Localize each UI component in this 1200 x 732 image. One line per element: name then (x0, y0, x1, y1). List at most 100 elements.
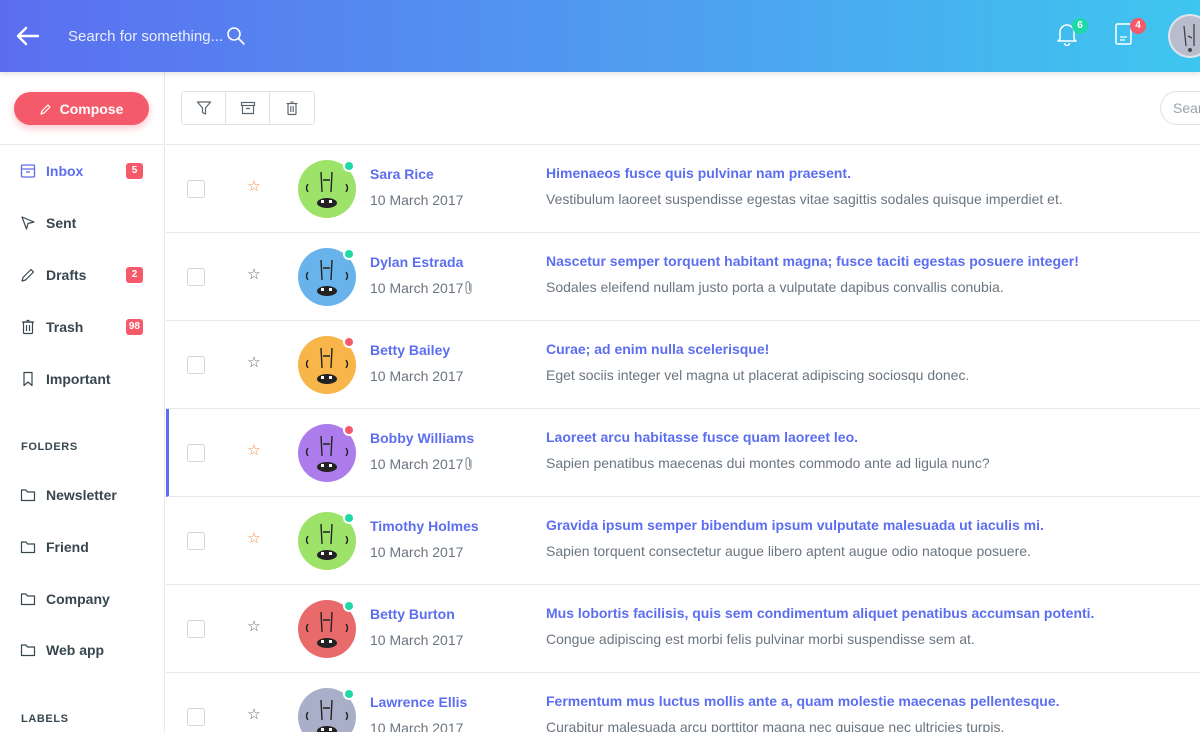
mail-row[interactable]: ☆ Dylan Estrada 10 March 2017 Nascetur semp… (166, 233, 1200, 321)
mail-date: 10 March 2017 (370, 368, 464, 384)
status-dot (343, 424, 355, 436)
inbox-count-badge: 5 (126, 163, 143, 179)
mail-row[interactable]: ☆ Bobby Williams 10 March 2017 Laoreet arcu… (166, 409, 1200, 497)
mail-date: 10 March 2017 (370, 632, 464, 648)
mail-checkbox[interactable] (187, 356, 205, 374)
folder-icon (20, 591, 36, 607)
sidebar-item-label: Sent (46, 215, 77, 231)
pencil-icon (39, 103, 51, 115)
sidebar-item-company[interactable]: Company (20, 588, 150, 610)
status-dot (343, 336, 355, 348)
mail-row[interactable]: ☆ Sara Rice 10 March 2017 Himenaeos fusce q… (166, 145, 1200, 233)
mail-date: 10 March 2017 (370, 192, 464, 208)
sidebar-item-label: Friend (46, 539, 89, 555)
sender-avatar (298, 424, 356, 482)
trash-icon (286, 101, 298, 116)
mail-subject: Mus lobortis facilisis, quis sem condime… (546, 605, 1095, 621)
status-dot (343, 512, 355, 524)
sidebar: Compose Inbox 5 Sent Drafts 2 Trash 98 I… (0, 72, 165, 732)
sidebar-item-label: Company (46, 591, 110, 607)
compose-button[interactable]: Compose (14, 92, 149, 125)
sidebar-item-inbox[interactable]: Inbox 5 (20, 160, 150, 182)
mail-preview: Curabitur malesuada arcu porttitor magna… (546, 719, 1005, 732)
sender-avatar (298, 160, 356, 218)
global-search (68, 24, 258, 48)
sidebar-item-trash[interactable]: Trash 98 (20, 316, 150, 338)
mail-row[interactable]: ☆ Lawrence Ellis 10 March 2017 Fermentum mu… (166, 673, 1200, 732)
mail-checkbox[interactable] (187, 444, 205, 462)
mail-search (1160, 91, 1200, 125)
sender-avatar (298, 336, 356, 394)
mail-list: ☆ Sara Rice 10 March 2017 Himenaeos fusce q… (166, 145, 1200, 732)
mail-subject: Himenaeos fusce quis pulvinar nam praese… (546, 165, 851, 181)
compose-label: Compose (59, 100, 124, 117)
sender-avatar (298, 600, 356, 658)
mail-row[interactable]: ☆ Timothy Holmes 10 March 2017 Gravida ipsu… (166, 497, 1200, 585)
mail-subject: Curae; ad enim nulla scelerisque! (546, 341, 770, 357)
star-icon[interactable]: ☆ (245, 440, 263, 462)
sender-name: Lawrence Ellis (370, 694, 468, 710)
mail-date: 10 March 2017 (370, 720, 464, 732)
sender-name: Bobby Williams (370, 430, 475, 446)
sidebar-divider (0, 144, 165, 145)
mail-checkbox[interactable] (187, 268, 205, 286)
sidebar-item-web-app[interactable]: Web app (20, 639, 150, 661)
sidebar-item-drafts[interactable]: Drafts 2 (20, 264, 150, 286)
mail-toolbar (166, 72, 1200, 145)
global-search-input[interactable] (68, 24, 228, 48)
sidebar-item-label: Important (46, 371, 111, 387)
bookmark-icon (20, 371, 36, 387)
messages-button[interactable]: 4 (1114, 18, 1146, 48)
star-icon[interactable]: ☆ (245, 616, 263, 638)
star-icon[interactable]: ☆ (245, 528, 263, 550)
filter-button[interactable] (182, 92, 226, 124)
top-bar: 6 4 (0, 0, 1200, 72)
mail-checkbox[interactable] (187, 620, 205, 638)
search-icon[interactable] (226, 26, 246, 46)
back-arrow-icon[interactable] (14, 22, 42, 50)
sidebar-item-friend[interactable]: Friend (20, 536, 150, 558)
mail-checkbox[interactable] (187, 532, 205, 550)
mail-search-input[interactable] (1161, 92, 1200, 124)
sender-name: Betty Bailey (370, 342, 451, 358)
star-icon[interactable]: ☆ (245, 176, 263, 198)
sidebar-item-newsletter[interactable]: Newsletter (20, 484, 150, 506)
star-icon[interactable]: ☆ (245, 704, 263, 726)
delete-button[interactable] (270, 92, 314, 124)
labels-section-title: LABELS (21, 713, 69, 725)
toolbar-button-group (181, 91, 315, 125)
mail-subject: Gravida ipsum semper bibendum ipsum vulp… (546, 517, 1044, 533)
sender-avatar (298, 248, 356, 306)
mail-date: 10 March 2017 (370, 544, 464, 560)
attachment-icon (463, 456, 475, 472)
sender-name: Betty Burton (370, 606, 455, 622)
mail-preview: Sodales eleifend nullam justo porta a vu… (546, 279, 1004, 295)
filter-icon (196, 101, 211, 115)
notifications-button[interactable]: 6 (1056, 18, 1088, 48)
star-icon[interactable]: ☆ (245, 264, 263, 286)
sidebar-item-sent[interactable]: Sent (20, 212, 150, 234)
sidebar-item-important[interactable]: Important (20, 368, 150, 390)
status-dot (343, 600, 355, 612)
sidebar-item-label: Drafts (46, 267, 87, 283)
archive-button[interactable] (226, 92, 270, 124)
mail-checkbox[interactable] (187, 708, 205, 726)
trash-icon (20, 319, 36, 335)
mail-checkbox[interactable] (187, 180, 205, 198)
mail-row[interactable]: ☆ Betty Bailey 10 March 2017 Curae; ad enim… (166, 321, 1200, 409)
attachment-icon (463, 280, 475, 296)
star-icon[interactable]: ☆ (245, 352, 263, 374)
mail-subject: Laoreet arcu habitasse fusce quam laoree… (546, 429, 859, 445)
folder-icon (20, 642, 36, 658)
mail-date: 10 March 2017 (370, 280, 464, 296)
sidebar-item-label: Web app (46, 642, 105, 658)
mail-subject: Fermentum mus luctus mollis ante a, quam… (546, 693, 1060, 709)
status-dot (343, 248, 355, 260)
mail-preview: Eget sociis integer vel magna ut placera… (546, 367, 970, 383)
trash-count-badge: 98 (125, 319, 143, 335)
user-avatar[interactable] (1168, 14, 1200, 58)
mail-row[interactable]: ☆ Betty Burton 10 March 2017 Mus lobortis f… (166, 585, 1200, 673)
mail-preview: Congue adipiscing est morbi felis pulvin… (546, 631, 975, 647)
archive-icon (240, 101, 255, 115)
notifications-badge: 6 (1072, 18, 1088, 34)
